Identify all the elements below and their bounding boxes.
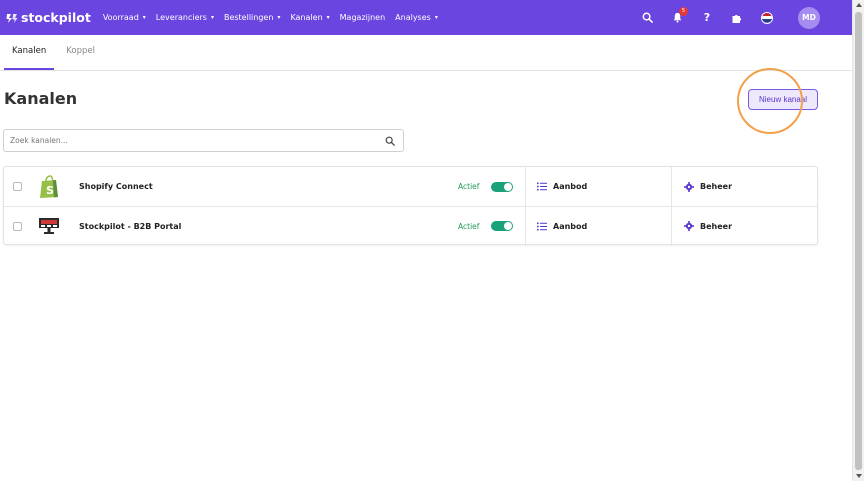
tab-koppel[interactable]: Koppel bbox=[58, 46, 103, 70]
list-icon bbox=[537, 221, 547, 231]
flag bbox=[761, 11, 773, 24]
flag-nl-icon[interactable] bbox=[760, 11, 774, 25]
menu-label: Analyses bbox=[395, 13, 431, 22]
channel-name[interactable]: Stockpilot - B2B Portal bbox=[79, 222, 181, 231]
menu-item-voorraad[interactable]: Voorraad ▾ bbox=[103, 13, 146, 22]
gear-icon bbox=[684, 181, 694, 192]
chevron-down-icon: ▾ bbox=[326, 14, 330, 21]
table-row: Stockpilot - B2B Portal Actief Aanbod Be… bbox=[4, 206, 817, 246]
divider bbox=[671, 167, 672, 206]
menu-item-bestellingen[interactable]: Bestellingen ▾ bbox=[224, 13, 280, 22]
status-badge: Actief bbox=[458, 182, 480, 191]
manage-button[interactable]: Beheer bbox=[684, 221, 732, 231]
row-checkbox[interactable] bbox=[13, 182, 22, 191]
brand-name: stockpilot bbox=[21, 10, 91, 25]
channel-name[interactable]: Shopify Connect bbox=[79, 182, 153, 191]
search-input[interactable] bbox=[4, 136, 385, 145]
notification-badge: 5 bbox=[679, 6, 688, 16]
shopify-bag-icon: S bbox=[37, 174, 61, 199]
avatar[interactable]: MD bbox=[798, 6, 820, 29]
menu-label: Kanalen bbox=[290, 13, 323, 22]
manage-label: Beheer bbox=[700, 221, 733, 231]
menu-label: Voorraad bbox=[102, 13, 139, 22]
active-toggle[interactable] bbox=[491, 181, 513, 192]
stockpilot-logo-icon bbox=[6, 13, 18, 23]
main-menu: Voorraad ▾ Leveranciers ▾ Bestellingen ▾… bbox=[103, 13, 448, 22]
divider bbox=[671, 207, 672, 246]
svg-text:S: S bbox=[46, 184, 54, 197]
scroll-down-arrow-icon[interactable] bbox=[856, 474, 862, 478]
offer-button[interactable]: Aanbod bbox=[537, 182, 587, 192]
menu-label: Bestellingen bbox=[223, 13, 274, 22]
puzzle-icon[interactable] bbox=[730, 11, 744, 25]
manage-button[interactable]: Beheer bbox=[684, 181, 733, 192]
status-badge: Actief bbox=[458, 221, 480, 231]
search-icon[interactable] bbox=[385, 136, 395, 146]
page-title: Kanalen bbox=[4, 89, 78, 108]
manage-label: Beheer bbox=[700, 182, 733, 191]
chevron-down-icon: ▾ bbox=[142, 14, 146, 21]
new-channel-button[interactable]: Nieuw kanaal bbox=[748, 89, 818, 110]
chevron-down-icon: ▾ bbox=[210, 14, 214, 21]
channels-table: S Shopify Connect Actief Aanbod Beheer S… bbox=[3, 166, 818, 246]
search-icon[interactable] bbox=[640, 11, 654, 25]
divider bbox=[525, 167, 526, 206]
offer-label: Aanbod bbox=[553, 221, 588, 231]
scroll-thumb[interactable] bbox=[855, 12, 862, 470]
navbar-actions: 5 ? MD bbox=[624, 0, 852, 35]
b2b-portal-icon bbox=[37, 214, 61, 238]
top-navbar: stockpilot Voorraad ▾ Leveranciers ▾ Bes… bbox=[0, 0, 852, 35]
offer-label: Aanbod bbox=[553, 182, 588, 191]
menu-item-leveranciers[interactable]: Leveranciers ▾ bbox=[156, 13, 214, 22]
active-toggle[interactable] bbox=[491, 221, 513, 231]
bell-icon[interactable]: 5 bbox=[670, 6, 688, 25]
scroll-up-arrow-icon[interactable] bbox=[856, 3, 862, 7]
chevron-down-icon: ▾ bbox=[434, 14, 438, 21]
help-icon[interactable]: ? bbox=[700, 11, 714, 25]
vertical-scrollbar[interactable] bbox=[852, 0, 864, 481]
tab-bar: Kanalen Koppel bbox=[0, 35, 852, 71]
table-row: S Shopify Connect Actief Aanbod Beheer bbox=[4, 167, 817, 206]
menu-item-analyses[interactable]: Analyses ▾ bbox=[395, 13, 438, 22]
search-box bbox=[3, 129, 404, 152]
divider bbox=[525, 207, 526, 246]
gear-icon bbox=[684, 221, 694, 231]
menu-item-magazijnen[interactable]: Magazijnen bbox=[340, 13, 386, 22]
list-icon bbox=[537, 182, 547, 192]
row-checkbox[interactable] bbox=[13, 221, 22, 231]
menu-label: Leveranciers bbox=[155, 13, 207, 22]
tab-kanalen[interactable]: Kanalen bbox=[4, 46, 55, 70]
offer-button[interactable]: Aanbod bbox=[537, 221, 587, 231]
brand[interactable]: stockpilot bbox=[6, 10, 91, 25]
menu-label: Magazijnen bbox=[339, 13, 386, 22]
chevron-down-icon: ▾ bbox=[277, 14, 281, 21]
menu-item-kanalen[interactable]: Kanalen ▾ bbox=[290, 13, 329, 22]
